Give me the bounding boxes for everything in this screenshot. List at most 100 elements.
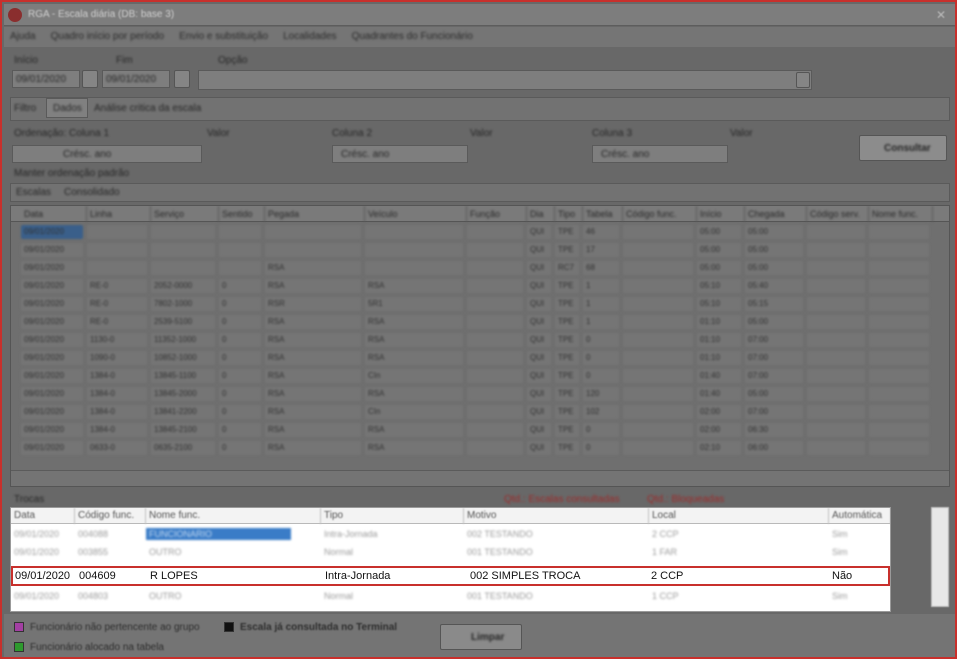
grid-col-header[interactable]: Chegada — [745, 206, 807, 222]
table-row[interactable]: 09/01/2020 004088 FUNCIONARIO Intra-Jorn… — [11, 526, 890, 542]
table-cell — [467, 405, 523, 419]
table-cell — [623, 279, 693, 293]
table-cell: 2539-5100 — [151, 315, 215, 329]
opcao-select[interactable] — [198, 70, 812, 90]
grid-col-header[interactable]: Código func. — [623, 206, 697, 222]
grid-col-header[interactable]: Dia — [527, 206, 555, 222]
grid-col-header[interactable]: Tabela — [583, 206, 623, 222]
table-cell: RSA — [365, 279, 463, 293]
trocas-col-header[interactable]: Tipo — [321, 508, 464, 524]
table-cell — [467, 279, 523, 293]
table-row[interactable]: 09/01/2020 0633-0 0635-2100 0 RSA RSA QUI TPE 0 0… — [11, 440, 949, 456]
trocas-col-header[interactable]: Local — [649, 508, 829, 524]
grid-col-header[interactable]: Tipo — [555, 206, 583, 222]
table-cell: 0 — [219, 333, 261, 347]
table-cell: 001 TESTANDO — [467, 591, 533, 601]
app-logo-icon — [8, 8, 22, 22]
table-row[interactable]: 09/01/2020 RE-0 7802-1000 0 RSR 5R1 QUI TPE 1 05:… — [11, 296, 949, 312]
menu-item-quadro[interactable]: Quadro início por período — [45, 27, 170, 46]
grid-col-header[interactable]: Serviço — [151, 206, 219, 222]
chevron-down-icon[interactable] — [796, 72, 810, 88]
table-row[interactable]: 09/01/2020 1090-0 10852-1000 0 RSA RSA QUI TPE 0… — [11, 350, 949, 366]
table-cell: 05:40 — [745, 279, 803, 293]
table-row[interactable]: 09/01/2020 1384-0 13845-2000 0 RSA RSA QUI TPE 1… — [11, 386, 949, 402]
menu-item-quadrantes[interactable]: Quadrantes do Funcionário — [346, 27, 479, 46]
fim-date-field[interactable]: 09/01/2020 — [102, 70, 170, 88]
table-cell: RSA — [365, 315, 463, 329]
grid-col-header[interactable]: Pegada — [265, 206, 365, 222]
table-cell: 0 — [219, 423, 261, 437]
tab-analise[interactable]: Análise critica da escala — [94, 103, 201, 114]
troca-automatica: Não — [832, 570, 853, 582]
ordem-select-1[interactable]: Crésc. ano — [12, 145, 202, 163]
consultar-button[interactable]: Consultar — [859, 135, 947, 161]
grid-col-header[interactable]: Veículo — [365, 206, 467, 222]
table-row[interactable]: 09/01/2020 RE-0 2052-0000 0 RSA RSA QUI TPE 1 05:… — [11, 278, 949, 294]
table-cell: 09/01/2020 — [21, 225, 83, 239]
table-row[interactable]: 09/01/2020 1130-0 11352-1000 0 RSA RSA QUI TPE 0… — [11, 332, 949, 348]
table-cell: 09/01/2020 — [21, 351, 83, 365]
grid-col-header[interactable]: Linha — [87, 206, 151, 222]
trocas-col-header[interactable]: Data — [11, 508, 75, 524]
table-cell: 07:00 — [745, 369, 803, 383]
table-cell: 1384-0 — [87, 423, 147, 437]
table-cell: 01:10 — [697, 333, 741, 347]
table-cell: QUI — [527, 423, 551, 437]
table-cell — [869, 279, 929, 293]
trocas-col-header[interactable]: Automática — [829, 508, 890, 524]
menu-item-envio[interactable]: Envio e substituição — [173, 27, 274, 46]
table-cell: 0 — [583, 351, 619, 365]
table-cell — [807, 225, 865, 239]
fim-label: Fim — [116, 55, 133, 66]
grid-col-header[interactable]: Sentido — [219, 206, 265, 222]
table-cell: 0 — [219, 279, 261, 293]
table-row[interactable]: 09/01/2020 003855 OUTRO Normal 001 TESTA… — [11, 544, 890, 560]
table-cell: 5R1 — [365, 297, 463, 311]
escalas-grid[interactable]: Data Linha Serviço Sentido Pegada Veícul… — [10, 205, 950, 487]
tab-escalas[interactable]: Escalas — [16, 187, 51, 198]
default-order-checkbox-label[interactable]: Manter ordenação padrão — [14, 168, 129, 179]
table-row[interactable]: 09/01/2020 1384-0 13845-1100 0 RSA CIn QUI TPE 0… — [11, 368, 949, 384]
selected-troca-row[interactable]: 09/01/2020 004609 R LOPES Intra-Jornada … — [11, 566, 890, 586]
table-cell: 0 — [219, 297, 261, 311]
grid-col-header[interactable]: Função — [467, 206, 527, 222]
table-cell: RC7 — [555, 261, 579, 275]
table-cell — [623, 261, 693, 275]
vertical-scrollbar[interactable] — [931, 507, 949, 607]
horizontal-scrollbar[interactable] — [11, 470, 949, 486]
table-cell — [807, 387, 865, 401]
grid-col-header[interactable]: Nome func. — [869, 206, 933, 222]
grid-col-header[interactable]: Data — [21, 206, 87, 222]
table-row[interactable]: 09/01/2020 1384-0 13845-2100 0 RSA RSA QUI TPE 0… — [11, 422, 949, 438]
trocas-col-header[interactable]: Código func. — [75, 508, 146, 524]
menu-item-localidades[interactable]: Localidades — [277, 27, 342, 46]
ordem-select-2[interactable]: Crésc. ano — [332, 145, 468, 163]
table-cell: RE-0 — [87, 297, 147, 311]
trocas-table[interactable]: Data Código func. Nome func. Tipo Motivo… — [10, 507, 891, 612]
trocas-col-header[interactable]: Motivo — [464, 508, 649, 524]
menu-item-ajuda[interactable]: Ajuda — [4, 27, 42, 46]
trocas-col-header[interactable]: Nome func. — [146, 508, 321, 524]
table-row[interactable]: 09/01/2020 QUI TPE 17 05:00 05:00 — [11, 242, 949, 258]
table-cell — [869, 351, 929, 365]
tab-dados[interactable]: Dados — [46, 98, 88, 118]
opcao-label: Opção — [218, 55, 248, 66]
table-row[interactable]: 09/01/2020 RE-0 2539-5100 0 RSA RSA QUI TPE 1 01:… — [11, 314, 949, 330]
limpar-button[interactable]: Limpar — [440, 624, 522, 650]
table-cell: TPE — [555, 279, 579, 293]
grid-col-header[interactable]: Código serv. — [807, 206, 869, 222]
table-cell: 0 — [583, 423, 619, 437]
table-row[interactable]: 09/01/2020 1384-0 13841-2200 0 RSA CIn QUI TPE 1… — [11, 404, 949, 420]
close-icon[interactable]: ✕ — [933, 7, 949, 23]
tab-consolidado[interactable]: Consolidado — [64, 187, 120, 198]
inicio-date-field[interactable]: 09/01/2020 — [12, 70, 80, 88]
grid-col-header[interactable]: Início — [697, 206, 745, 222]
table-cell — [623, 315, 693, 329]
table-row[interactable]: 09/01/2020 RSA QUI RC7 68 05:00 05:00 — [11, 260, 949, 276]
calendar-icon[interactable] — [174, 70, 190, 88]
table-row[interactable]: 09/01/2020 QUI TPE 46 05:00 05:00 — [11, 224, 949, 240]
calendar-icon[interactable] — [82, 70, 98, 88]
table-row[interactable]: 09/01/2020 004803 OUTRO Normal 001 TESTA… — [11, 588, 890, 604]
tab-filtro[interactable]: Filtro — [14, 103, 36, 114]
ordem-select-3[interactable]: Crésc. ano — [592, 145, 728, 163]
